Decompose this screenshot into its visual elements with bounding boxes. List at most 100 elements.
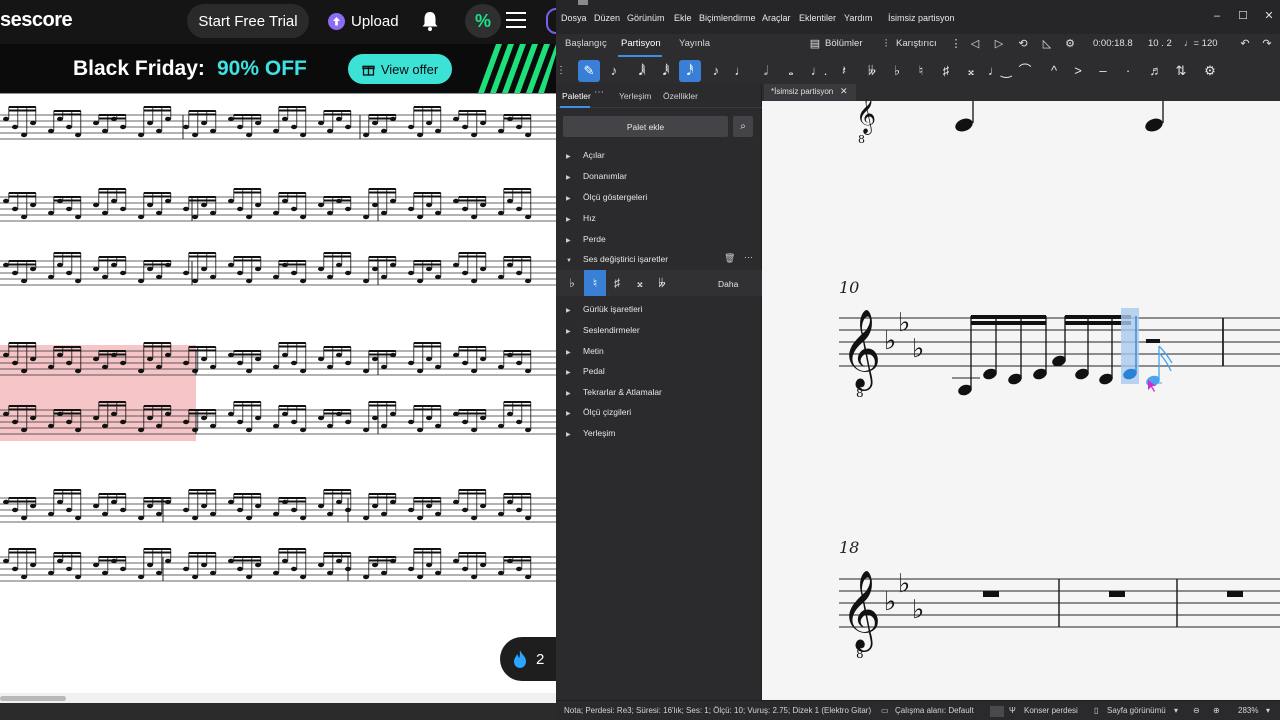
palette-barlines[interactable]: ▶ Ölçü çizgileri bbox=[566, 407, 631, 421]
tie-icon[interactable]: ♩‿ bbox=[988, 60, 1011, 82]
undo-icon[interactable]: ↶ bbox=[1238, 37, 1252, 51]
page-view-selector[interactable]: Sayfa görünümü bbox=[1107, 706, 1166, 715]
palette-text[interactable]: ▶ Metin bbox=[566, 346, 604, 360]
search-icon[interactable]: ⌕ bbox=[733, 116, 753, 137]
bell-icon[interactable] bbox=[420, 10, 440, 32]
dropdown-arrow-icon[interactable]: ▾ bbox=[1174, 706, 1178, 715]
palette-cell-sharp[interactable]: ♯ bbox=[606, 270, 628, 296]
duration-32nd-icon[interactable]: 𝅘𝅥𝅱 bbox=[655, 60, 677, 82]
more-palette-button[interactable]: Daha bbox=[718, 279, 738, 289]
palette-clefs[interactable]: ▶ Açılar bbox=[566, 150, 605, 164]
palette-cell-flat[interactable]: ♭ bbox=[561, 270, 583, 296]
palette-cell-double-sharp[interactable]: 𝄪 bbox=[629, 270, 651, 296]
trash-icon[interactable]: 🗑 bbox=[724, 253, 735, 264]
palette-pedal[interactable]: ▶ Pedal bbox=[566, 366, 605, 380]
rewind-icon[interactable]: ◁ bbox=[968, 37, 982, 51]
profile-icon[interactable] bbox=[546, 8, 556, 34]
menu-format[interactable]: Biçimlendirme bbox=[699, 13, 756, 23]
add-palette-button[interactable]: Palet ekle bbox=[563, 116, 728, 137]
tab-home[interactable]: Başlangıç bbox=[565, 38, 607, 55]
fire-counter-badge[interactable]: 2 bbox=[500, 637, 556, 681]
upload-button[interactable]: Upload bbox=[322, 4, 408, 38]
menu-tools[interactable]: Araçlar bbox=[762, 13, 791, 23]
mixer-icon[interactable]: ⫶ bbox=[879, 37, 893, 51]
note-input-mode-icon[interactable]: ♪ bbox=[603, 60, 625, 82]
rest-icon[interactable]: 𝄽 bbox=[833, 60, 855, 82]
menu-file[interactable]: Dosya bbox=[561, 13, 587, 23]
menu-add[interactable]: Ekle bbox=[674, 13, 692, 23]
flip-direction-icon[interactable]: ⇅ bbox=[1170, 60, 1192, 82]
tab-properties[interactable]: Özellikler bbox=[663, 91, 698, 101]
zoom-dropdown-icon[interactable]: ▾ bbox=[1266, 706, 1270, 715]
palette-time-signatures[interactable]: ▶ Ölçü göstergeleri bbox=[566, 192, 647, 206]
hamburger-menu-icon[interactable] bbox=[506, 12, 526, 30]
minimize-icon[interactable]: – bbox=[1210, 9, 1224, 23]
flat-icon[interactable]: ♭ bbox=[886, 60, 908, 82]
close-icon[interactable]: ✕ bbox=[1262, 9, 1276, 23]
toolbar-settings-icon[interactable]: ⚙ bbox=[1199, 60, 1221, 82]
menu-help[interactable]: Yardım bbox=[844, 13, 872, 23]
site-logo[interactable]: sescore bbox=[0, 9, 73, 32]
tab-palettes[interactable]: Paletler bbox=[562, 91, 591, 101]
panel-menu-icon[interactable]: ⋯ bbox=[594, 87, 604, 98]
mixer-button[interactable]: Karıştırıcı bbox=[896, 38, 937, 49]
staccato-icon[interactable]: · bbox=[1117, 60, 1139, 82]
close-tab-icon[interactable]: ✕ bbox=[840, 86, 848, 97]
scrollbar-thumb[interactable] bbox=[0, 696, 66, 701]
tenuto-icon[interactable]: – bbox=[1092, 60, 1114, 82]
marcato-icon[interactable]: ^ bbox=[1043, 60, 1065, 82]
parts-button[interactable]: Bölümler bbox=[825, 38, 863, 49]
slur-icon[interactable]: ⌒ bbox=[1014, 60, 1036, 82]
duration-16th-icon[interactable]: 𝅘𝅥𝅰 bbox=[679, 60, 701, 82]
palette-tempo[interactable]: ▶ Hız bbox=[566, 213, 596, 227]
accent-icon[interactable]: > bbox=[1067, 60, 1089, 82]
start-free-trial-button[interactable]: Start Free Trial bbox=[187, 4, 309, 38]
maximize-icon[interactable]: ☐ bbox=[1236, 9, 1250, 23]
redo-icon[interactable]: ↷ bbox=[1260, 37, 1274, 51]
score-canvas[interactable]: 𝄞 8 10 𝄞 8 ♭ ♭ ♭ 18 𝄞 8 ♭ ♭ ♭ bbox=[762, 101, 1280, 700]
palette-dynamics[interactable]: ▶ Gürlük işaretleri bbox=[566, 304, 643, 318]
tab-score[interactable]: Partisyon bbox=[621, 38, 661, 55]
augmentation-dot-icon[interactable]: ♩. bbox=[808, 60, 830, 82]
zoom-in-icon[interactable]: ⊕ bbox=[1213, 706, 1220, 715]
parts-icon[interactable]: ▤ bbox=[808, 37, 822, 51]
discount-icon[interactable]: % bbox=[465, 4, 501, 38]
palette-key-signatures[interactable]: ▶ Donanımlar bbox=[566, 171, 627, 185]
workspace-selector[interactable]: Çalışma alanı: Default bbox=[895, 706, 974, 715]
loop-icon[interactable]: ⟲ bbox=[1016, 37, 1030, 51]
view-offer-button[interactable]: View offer bbox=[348, 54, 452, 84]
palette-cell-natural[interactable]: ♮ bbox=[584, 270, 606, 296]
duration-quarter-icon[interactable]: ♩ bbox=[730, 60, 752, 82]
tab-publish[interactable]: Yayınla bbox=[679, 38, 710, 55]
duration-whole-icon[interactable]: 𝅝 bbox=[780, 60, 802, 82]
palette-pitch[interactable]: ▶ Perde bbox=[566, 234, 606, 248]
playback-settings-icon[interactable]: ⚙ bbox=[1063, 37, 1077, 51]
tuplet-icon[interactable]: ♬ bbox=[1145, 60, 1167, 82]
document-tab[interactable]: *İsimsiz partisyon ✕ bbox=[764, 84, 856, 101]
palette-cell-double-flat[interactable]: 𝄫 bbox=[651, 270, 673, 296]
palette-repeats-jumps[interactable]: ▶ Tekrarlar & Atlamalar bbox=[566, 387, 662, 401]
menu-edit[interactable]: Düzen bbox=[594, 13, 620, 23]
workspace-icon[interactable]: ▭ bbox=[881, 706, 889, 715]
natural-icon[interactable]: ♮ bbox=[910, 60, 932, 82]
duration-half-icon[interactable]: 𝅗𝅥 bbox=[755, 60, 777, 82]
palette-accidentals[interactable]: ▼ Ses değiştirici işaretler 🗑 ⋯ bbox=[566, 252, 762, 268]
menu-plugins[interactable]: Eklentiler bbox=[799, 13, 836, 23]
sheet-music-preview[interactable] bbox=[0, 93, 556, 680]
more-options-icon[interactable]: ⋯ bbox=[744, 252, 753, 263]
note-input-pen-icon[interactable]: ✎ bbox=[578, 60, 600, 82]
duration-eighth-icon[interactable]: ♪ bbox=[705, 60, 727, 82]
tab-layout[interactable]: Yerleşim bbox=[619, 91, 651, 101]
sharp-icon[interactable]: ♯ bbox=[935, 60, 957, 82]
menu-view[interactable]: Görünüm bbox=[627, 13, 665, 23]
horizontal-scrollbar[interactable] bbox=[0, 693, 556, 703]
double-flat-icon[interactable]: 𝄫 bbox=[861, 60, 883, 82]
concert-pitch-toggle[interactable] bbox=[990, 706, 1004, 717]
palette-layout[interactable]: ▶ Yerleşim bbox=[566, 428, 615, 442]
zoom-out-icon[interactable]: ⊖ bbox=[1193, 706, 1200, 715]
palette-articulations[interactable]: ▶ Seslendirmeler bbox=[566, 325, 640, 339]
double-sharp-icon[interactable]: 𝄪 bbox=[960, 60, 982, 82]
play-icon[interactable]: ▷ bbox=[992, 37, 1006, 51]
metronome-icon[interactable]: ◺ bbox=[1040, 37, 1054, 51]
duration-64th-icon[interactable]: 𝅘𝅥𝅲 bbox=[631, 60, 653, 82]
